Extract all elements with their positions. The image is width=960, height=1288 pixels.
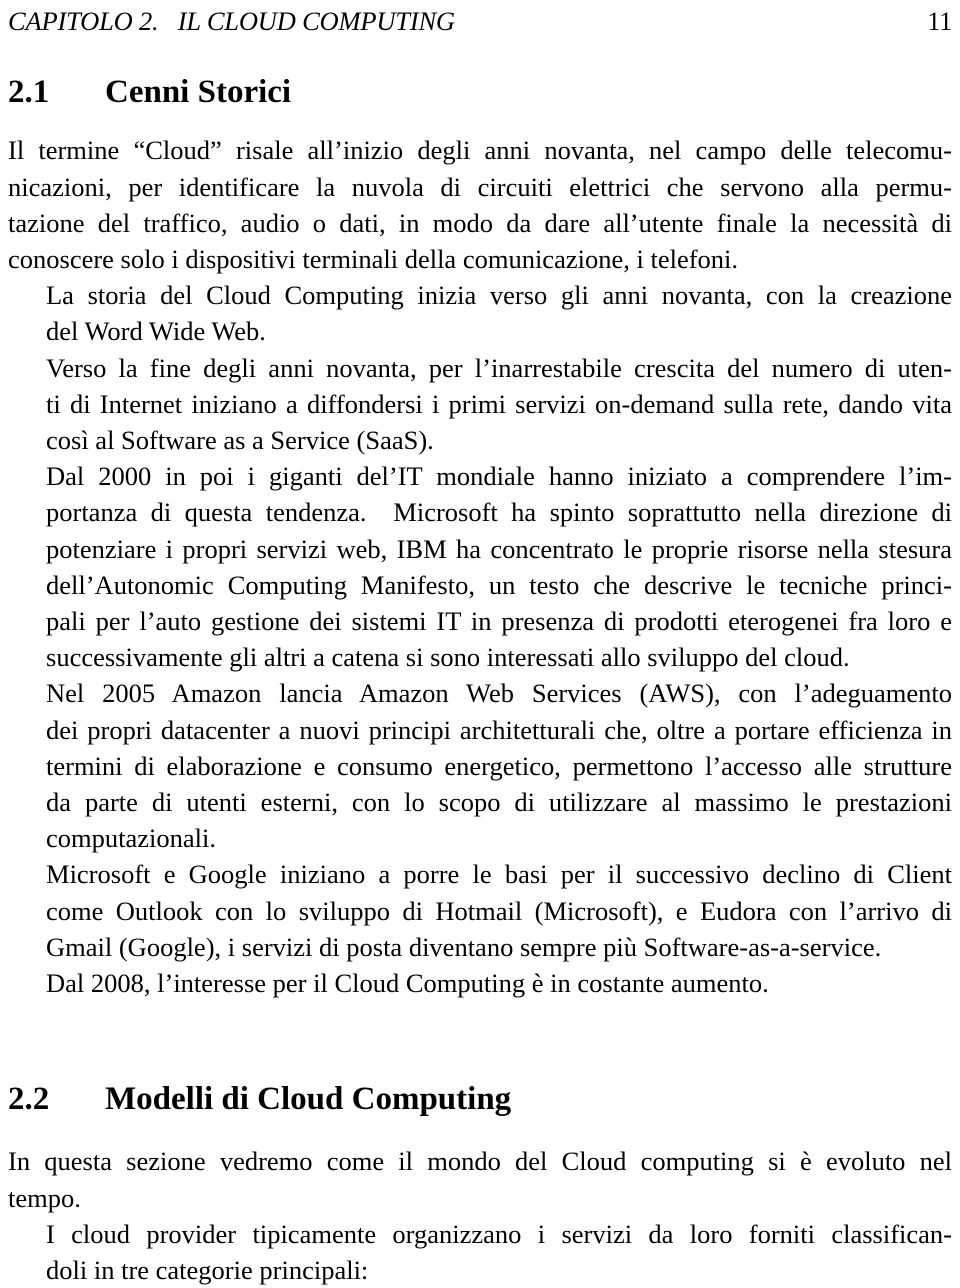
running-header: CAPITOLO 2. IL CLOUD COMPUTING 11 bbox=[8, 0, 952, 42]
paragraph: Dal 2008, l’interesse per il Cloud Compu… bbox=[8, 965, 952, 1001]
text-line: Dal 2000 in poi i giganti del’IT mondial… bbox=[46, 461, 952, 492]
paragraph: I cloud provider tipicamente organizzano… bbox=[8, 1216, 952, 1288]
section-heading-2-2: 2.2 Modelli di Cloud Computing bbox=[8, 1081, 952, 1117]
text-line: computazionali. bbox=[46, 823, 216, 854]
paragraph: In questa sezione vedremo come il mondo … bbox=[8, 1143, 952, 1215]
text-line: termini di elaborazione e consumo energe… bbox=[46, 750, 952, 781]
section-title-2-1: Cenni Storici bbox=[105, 74, 292, 110]
paragraph: Il termine “Cloud” risale all’inizio deg… bbox=[8, 132, 952, 277]
text-line: da parte di utenti esterni, con lo scopo… bbox=[46, 786, 952, 817]
text-line: dell’Autonomic Computing Manifesto, un t… bbox=[46, 569, 952, 600]
document-page: CAPITOLO 2. IL CLOUD COMPUTING 11 2.1 Ce… bbox=[0, 0, 960, 1285]
text-line: I cloud provider tipicamente organizzano… bbox=[46, 1218, 952, 1249]
paragraph: La storia del Cloud Computing inizia ver… bbox=[8, 277, 952, 349]
section-body-2-1: Il termine “Cloud” risale all’inizio deg… bbox=[8, 132, 952, 1001]
section-number-2-1: 2.1 bbox=[8, 74, 50, 110]
paragraph: Dal 2000 in poi i giganti del’IT mondial… bbox=[8, 458, 952, 675]
text-line: doli in tre categorie principali: bbox=[46, 1255, 369, 1286]
text-line: In questa sezione vedremo come il mondo … bbox=[8, 1146, 952, 1177]
text-line: così al Software as a Service (SaaS). bbox=[46, 424, 434, 455]
running-header-title: CAPITOLO 2. IL CLOUD COMPUTING bbox=[8, 6, 455, 36]
section-heading-2-1: 2.1 Cenni Storici bbox=[8, 74, 952, 110]
text-line: Dal 2008, l’interesse per il Cloud Compu… bbox=[46, 967, 769, 998]
text-line: Gmail (Google), i servizi di posta diven… bbox=[46, 931, 882, 962]
paragraph: Verso la fine degli anni novanta, per l’… bbox=[8, 350, 952, 459]
section-title-2-2: Modelli di Cloud Computing bbox=[105, 1081, 512, 1118]
text-line: Nel 2005 Amazon lancia Amazon Web Servic… bbox=[46, 678, 952, 709]
section-body-2-2: In questa sezione vedremo come il mondo … bbox=[8, 1143, 952, 1288]
text-line: successivamente gli altri a catena si so… bbox=[46, 642, 850, 673]
text-line: come Outlook con lo sviluppo di Hotmail … bbox=[46, 895, 952, 926]
text-line: pali per l’auto gestione dei sistemi IT … bbox=[46, 605, 952, 636]
text-line: dei propri datacenter a nuovi principi a… bbox=[46, 714, 952, 745]
text-line: La storia del Cloud Computing inizia ver… bbox=[46, 280, 952, 311]
text-line: tempo. bbox=[8, 1182, 81, 1213]
text-line: nicazioni, per identificare la nuvola di… bbox=[8, 171, 952, 202]
text-line: portanza di questa tendenza. Microsoft h… bbox=[46, 497, 952, 528]
text-line: Il termine “Cloud” risale all’inizio deg… bbox=[8, 135, 952, 166]
page-number: 11 bbox=[927, 7, 952, 36]
text-line: conoscere solo i dispositivi terminali d… bbox=[8, 243, 739, 274]
text-line: Verso la fine degli anni novanta, per l’… bbox=[46, 352, 952, 383]
paragraph: Microsoft e Google iniziano a porre le b… bbox=[8, 856, 952, 965]
text-line: Microsoft e Google iniziano a porre le b… bbox=[46, 859, 952, 890]
text-line: ti di Internet iniziano a diffondersi i … bbox=[46, 388, 952, 419]
text-line: potenziare i propri servizi web, IBM ha … bbox=[46, 533, 952, 564]
text-line: del Word Wide Web. bbox=[46, 316, 266, 347]
section-number-2-2: 2.2 bbox=[8, 1081, 50, 1118]
paragraph: Nel 2005 Amazon lancia Amazon Web Servic… bbox=[8, 675, 952, 856]
text-line: tazione del traffico, audio o dati, in m… bbox=[8, 207, 952, 238]
